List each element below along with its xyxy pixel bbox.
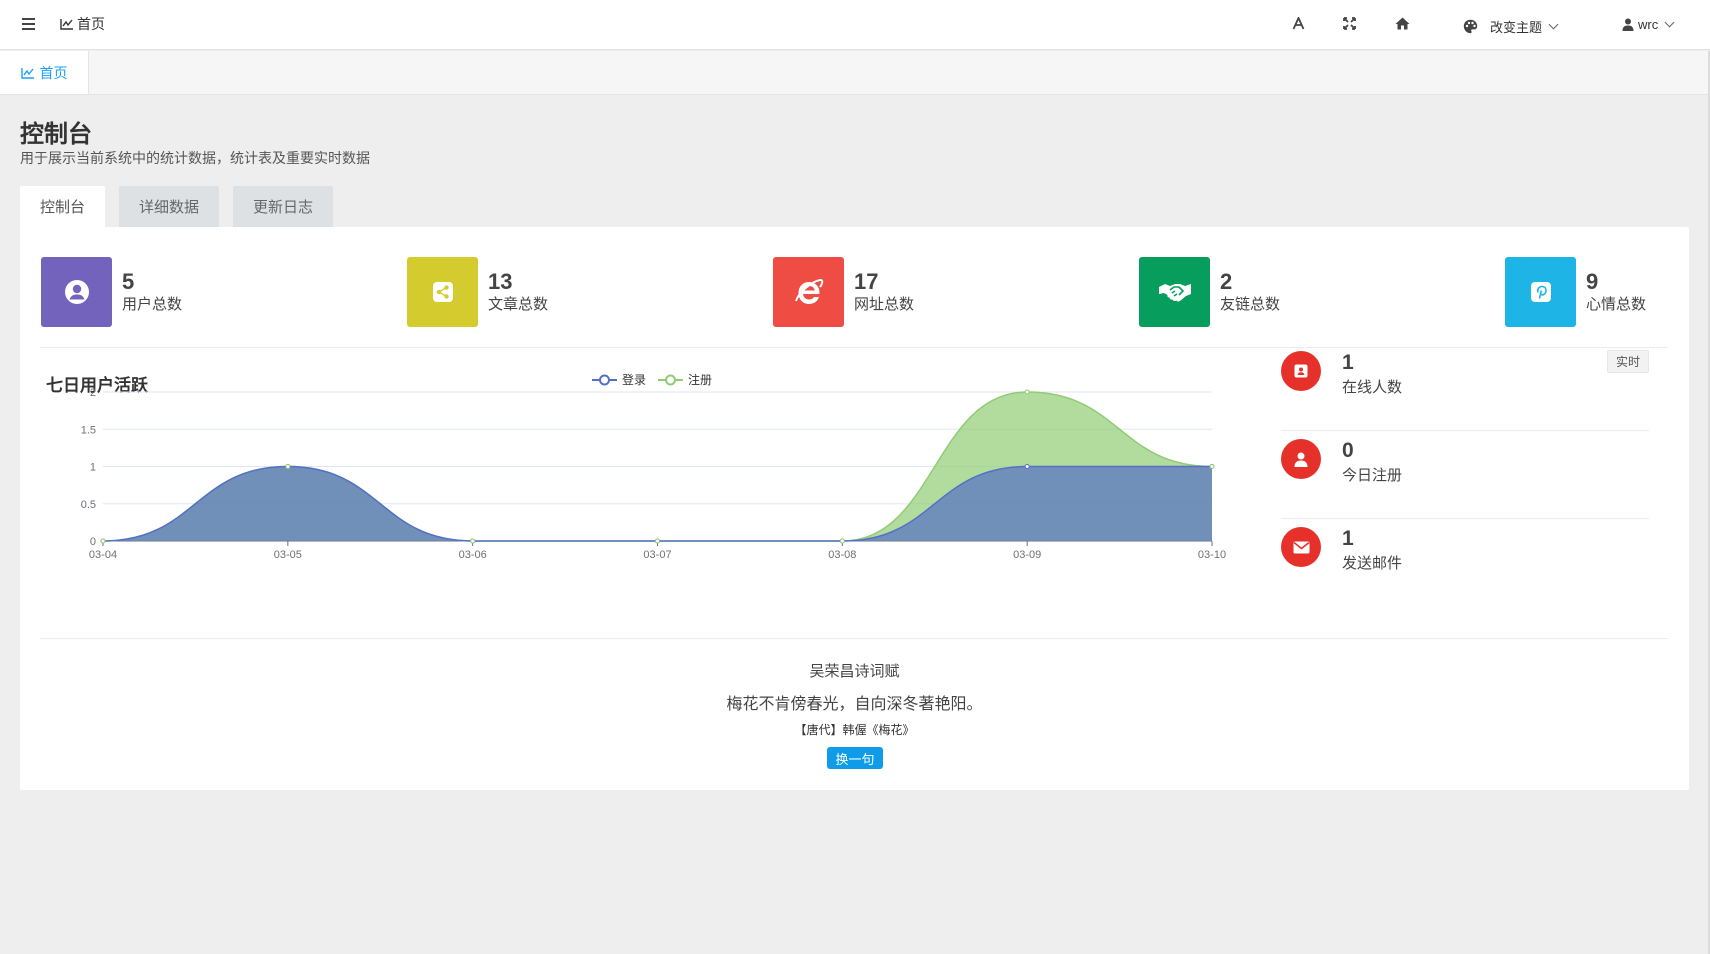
stat-moods[interactable]: 9 心情总数	[1505, 257, 1646, 327]
header-home-link[interactable]: 首页	[60, 14, 105, 34]
rt-icon-circle	[1281, 351, 1321, 391]
data-point	[655, 538, 660, 544]
x-tick-label: 03-04	[89, 549, 117, 561]
page-tab-label: 首页	[39, 64, 68, 81]
divider	[40, 638, 1668, 639]
stat-value: 9	[1586, 269, 1599, 294]
x-tick-label: 03-08	[828, 549, 856, 561]
rt-icon-circle	[1281, 439, 1321, 479]
tab-detail-data[interactable]: 详细数据	[119, 186, 220, 227]
data-point	[285, 464, 291, 469]
activity-chart: 0 0.5 1 1.5 2 03-04 03-05 03-06 03-07 03-08 03-09 0…	[81, 387, 1226, 561]
font-icon	[1292, 17, 1305, 30]
realtime-mail-sent: 1 发送邮件	[1281, 519, 1649, 599]
y-tick-label: 1	[90, 462, 96, 474]
dashboard-card: 5 用户总数 13 文章总数 17 网址总数 2 友链总数 9 心情总数 七日用…	[20, 227, 1689, 790]
user-dropdown[interactable]: wrc	[1622, 17, 1675, 32]
home-icon	[1395, 17, 1410, 30]
y-tick-label: 0.5	[81, 499, 96, 511]
data-point	[1024, 464, 1030, 469]
rt-label: 发送邮件	[1342, 555, 1403, 572]
rt-label: 在线人数	[1342, 379, 1403, 396]
y-tick-label: 1.5	[81, 424, 96, 436]
rt-label: 今日注册	[1342, 467, 1403, 484]
rt-value: 0	[1342, 439, 1354, 462]
x-tick-label: 03-05	[274, 549, 302, 561]
stat-label: 心情总数	[1586, 296, 1647, 313]
sub-tabs: 控制台 详细数据 更新日志	[20, 186, 334, 227]
data-point	[1209, 464, 1215, 469]
rt-icon-circle	[1281, 527, 1321, 567]
chart-line-icon	[20, 67, 34, 79]
header-home-label: 首页	[77, 16, 105, 32]
envelope-icon	[1293, 541, 1309, 553]
x-tick-label: 03-07	[643, 549, 671, 561]
poem-source: 【唐代】韩偓《梅花》	[794, 723, 915, 737]
poem-title: 吴荣昌诗词赋	[809, 663, 900, 680]
id-card-icon	[1294, 364, 1308, 378]
pinterest-icon	[1530, 282, 1551, 302]
x-tick-label: 03-09	[1013, 549, 1041, 561]
palette-icon	[1463, 19, 1478, 34]
chevron-down-icon	[1664, 17, 1675, 28]
x-tick-label: 03-06	[459, 549, 487, 561]
top-header: 首页 改变主题 wrc	[0, 0, 1710, 50]
rt-value: 1	[1342, 351, 1354, 374]
data-point	[1024, 389, 1030, 395]
page-tabs-bar: 首页	[0, 51, 1710, 95]
x-tick-label: 03-10	[1198, 549, 1226, 561]
theme-dropdown[interactable]: 改变主题	[1463, 17, 1559, 36]
menu-icon[interactable]	[20, 15, 38, 33]
data-point	[839, 538, 845, 544]
user-icon	[1294, 452, 1308, 467]
page-description: 用于展示当前系统中的统计数据，统计表及重要实时数据	[20, 150, 370, 166]
home-button[interactable]	[1395, 17, 1410, 30]
change-poem-button[interactable]: 换一句	[827, 747, 883, 769]
stat-icon-box	[1505, 257, 1576, 327]
fullscreen-icon	[1343, 17, 1356, 30]
realtime-today-register: 0 今日注册	[1281, 431, 1649, 519]
page-tab-home[interactable]: 首页	[0, 51, 89, 94]
font-size-button[interactable]	[1292, 17, 1305, 30]
realtime-online: 1 在线人数 实时	[1281, 343, 1649, 431]
y-tick-label: 0	[90, 536, 96, 548]
tab-dashboard[interactable]: 控制台	[20, 186, 106, 227]
data-point	[470, 538, 476, 544]
tab-changelog[interactable]: 更新日志	[233, 186, 334, 227]
poem-line: 梅花不肯傍春光，自向深冬著艳阳。	[726, 696, 983, 713]
fullscreen-button[interactable]	[1343, 17, 1356, 30]
user-icon	[1622, 18, 1634, 31]
realtime-badge: 实时	[1606, 350, 1649, 373]
y-tick-label: 2	[90, 387, 96, 399]
theme-label: 改变主题	[1490, 20, 1543, 35]
page-title: 控制台	[20, 121, 92, 148]
chevron-down-icon	[1548, 19, 1559, 30]
rt-value: 1	[1342, 527, 1354, 550]
user-name: wrc	[1638, 17, 1659, 32]
chart-line-icon	[60, 19, 73, 30]
data-point	[100, 538, 106, 544]
